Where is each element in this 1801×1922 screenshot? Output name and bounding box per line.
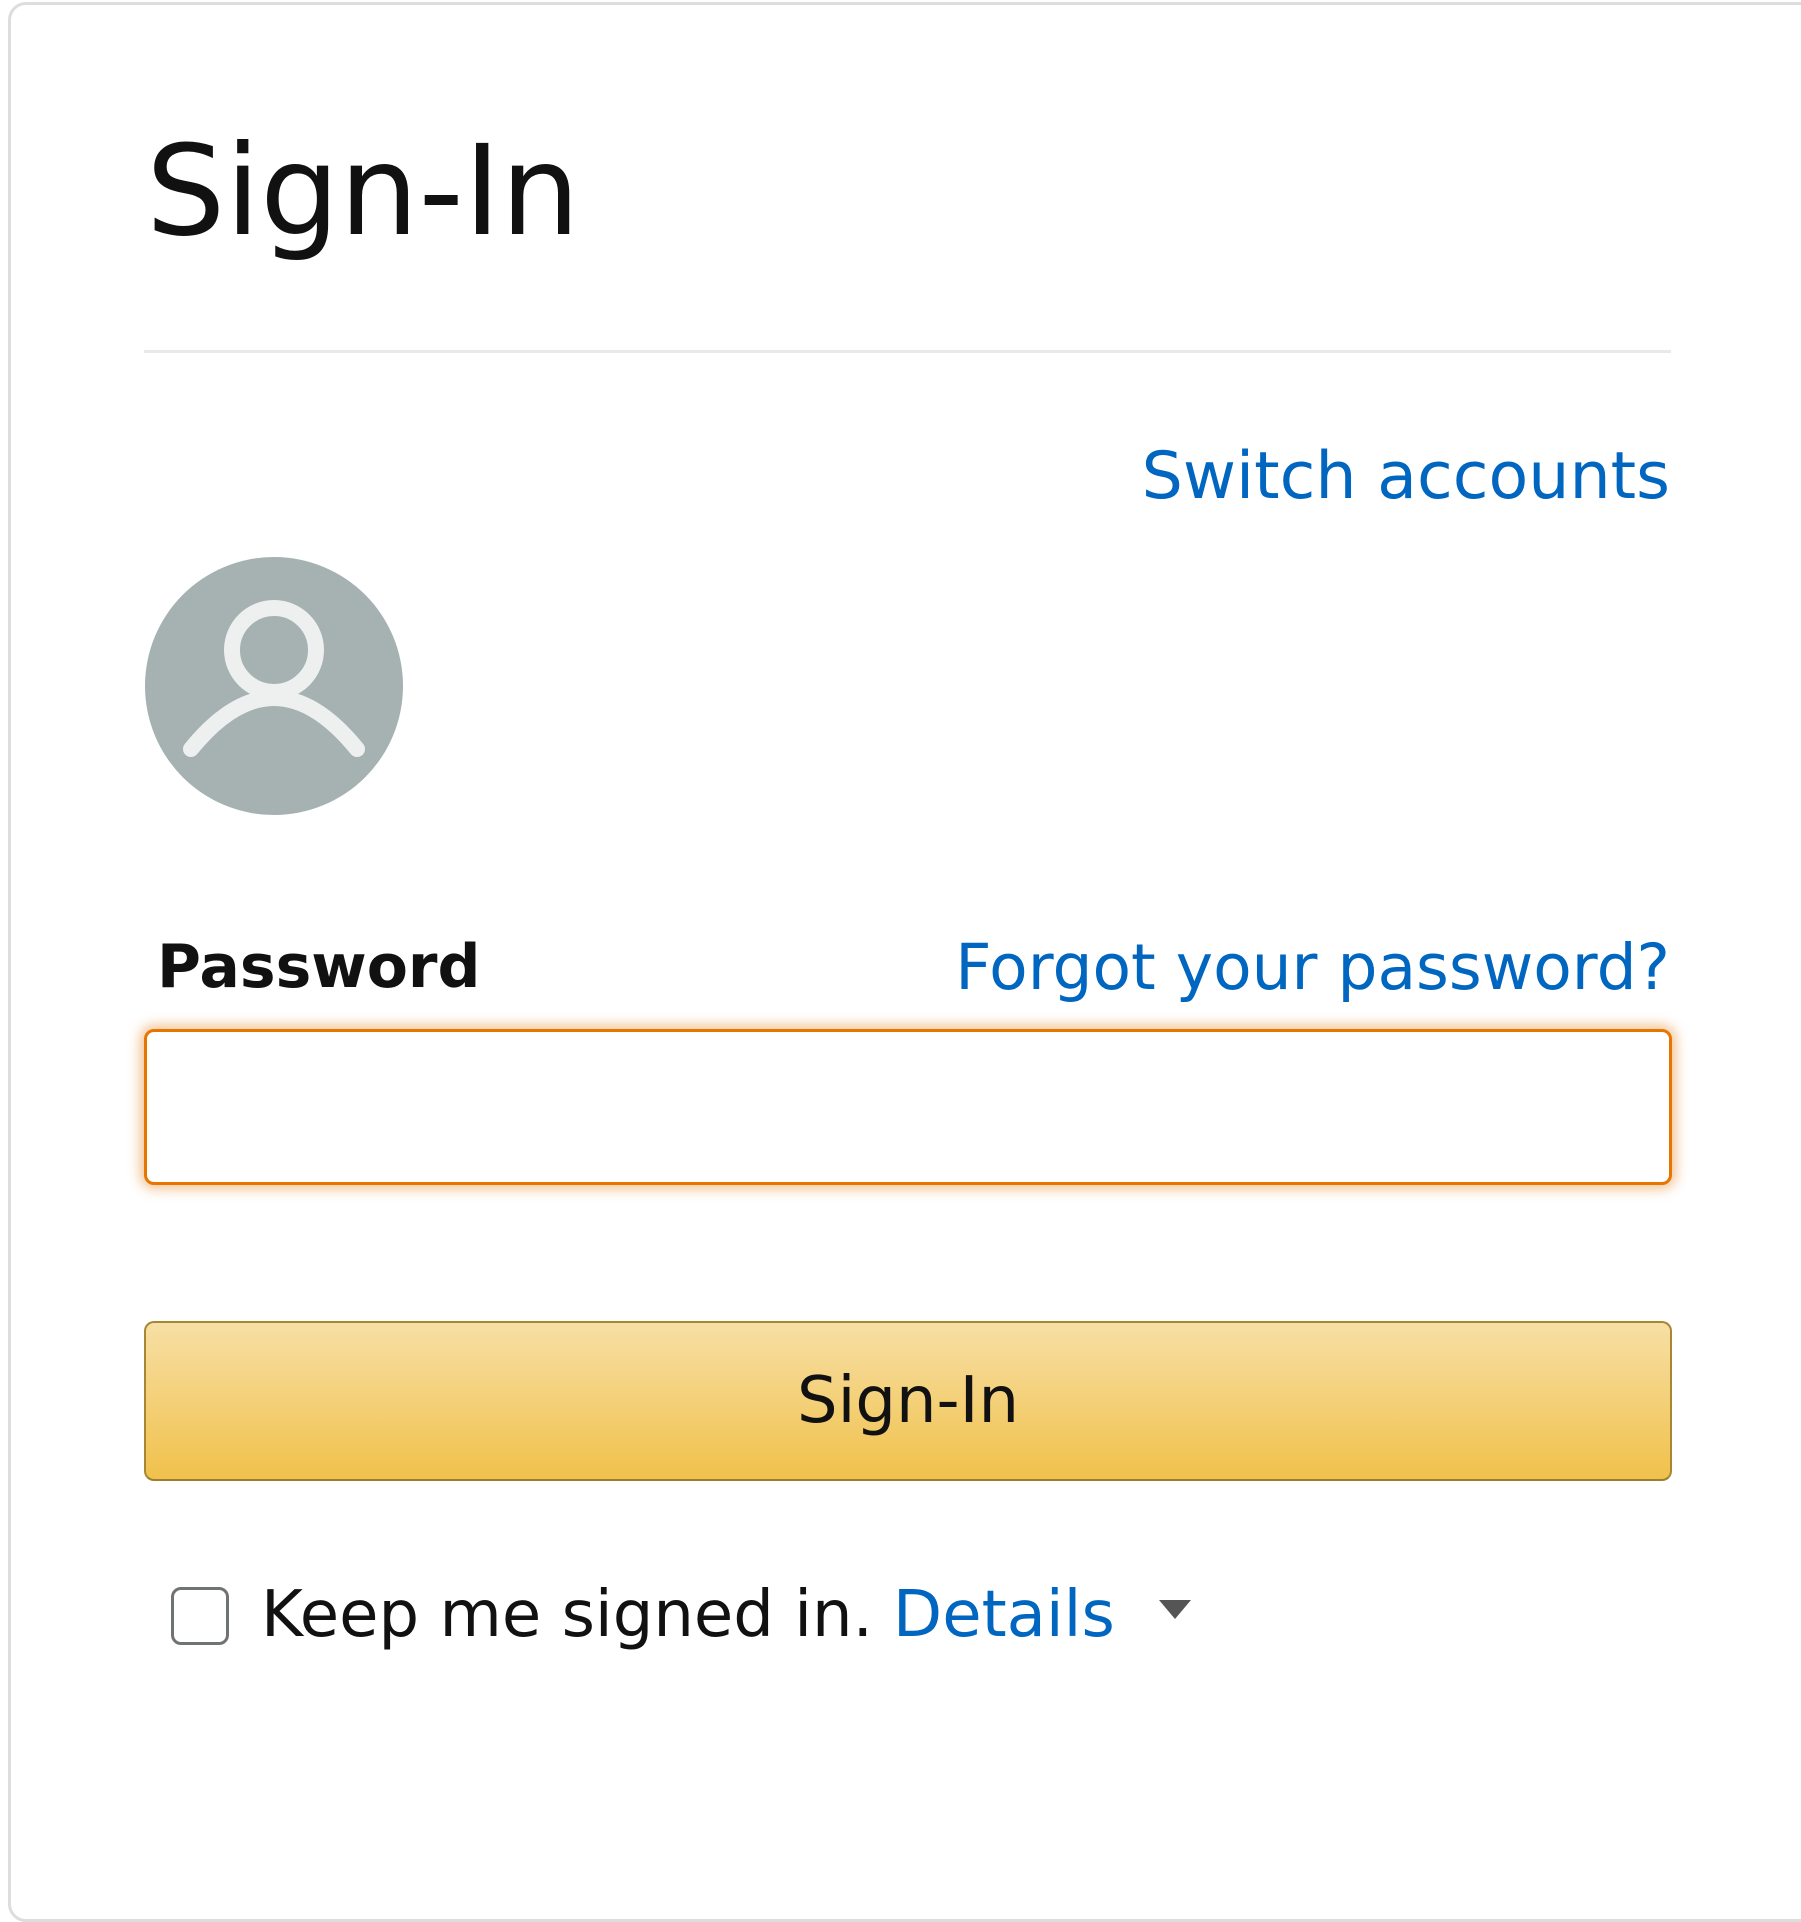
password-label: Password [157, 932, 481, 1002]
forgot-password-link[interactable]: Forgot your password? [955, 925, 1670, 1010]
keep-signed-in-checkbox[interactable] [171, 1586, 229, 1645]
avatar [145, 557, 403, 815]
caret-down-icon[interactable] [1158, 1600, 1191, 1619]
details-link[interactable]: Details [893, 1573, 1115, 1658]
switch-accounts-link[interactable]: Switch accounts [1142, 437, 1670, 517]
page-title: Sign-In [146, 119, 580, 264]
default-user-icon [183, 600, 365, 757]
keep-signed-in-row: Keep me signed in. Details [171, 1573, 1191, 1658]
keep-signed-in-label: Keep me signed in. [261, 1578, 873, 1652]
sign-in-button[interactable]: Sign-In [144, 1321, 1672, 1481]
password-input[interactable] [144, 1029, 1672, 1185]
divider [144, 350, 1671, 353]
